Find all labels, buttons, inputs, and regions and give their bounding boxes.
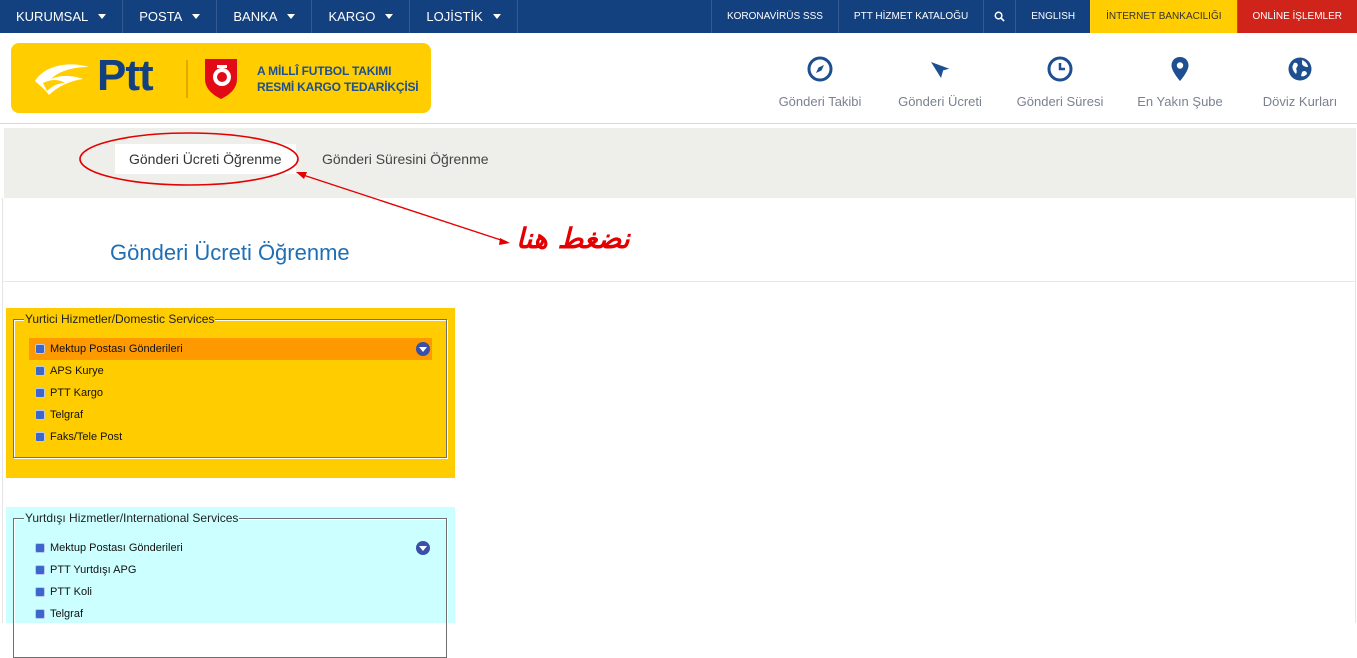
quick-link-label: Gönderi Süresi <box>1016 94 1104 109</box>
service-item-label: PTT Yurtdışı APG <box>50 564 137 576</box>
service-item-label: Telgraf <box>50 608 84 620</box>
sponsor-line-2: RESMİ KARGO TEDARİKÇİSİ <box>257 80 419 94</box>
bullet-icon <box>35 366 45 376</box>
domestic-services-list: Mektup Postası Gönderileri APS Kurye PTT… <box>29 338 432 448</box>
service-item-label: Mektup Postası Gönderileri <box>50 542 183 554</box>
utility-menu: KORONAVİRÜS SSS PTT HİZMET KATALOĞU ENGL… <box>710 0 1357 33</box>
globe-icon <box>1288 57 1312 81</box>
bullet-icon <box>35 344 45 354</box>
bullet-icon <box>35 543 45 553</box>
quick-link-price[interactable]: Gönderi Ücreti <box>890 33 990 124</box>
service-item-label: Telgraf <box>50 409 84 421</box>
service-item-label: Mektup Postası Gönderileri <box>50 343 183 355</box>
menu-kargo[interactable]: KARGO <box>312 0 411 33</box>
caret-down-icon <box>492 14 501 19</box>
site-header: Ptt A MİLLÎ FUTBOL TAKIMI RESMİ KARGO TE… <box>0 33 1357 124</box>
online-services-button[interactable]: ONLİNE İŞLEMLER <box>1236 0 1357 33</box>
quick-link-tracking[interactable]: Gönderi Takibi <box>770 33 870 124</box>
menu-kurumsal[interactable]: KURUMSAL <box>0 0 124 33</box>
service-item-apg[interactable]: PTT Yurtdışı APG <box>29 559 432 581</box>
bullet-icon <box>35 565 45 575</box>
quick-link-exchange[interactable]: Döviz Kurları <box>1250 33 1350 124</box>
clock-icon <box>1047 56 1073 82</box>
menu-posta[interactable]: POSTA <box>123 0 218 33</box>
paper-plane-icon <box>931 62 951 78</box>
service-item-label: Faks/Tele Post <box>50 431 123 443</box>
service-item-letter-mail[interactable]: Mektup Postası Gönderileri <box>29 537 432 559</box>
corona-faq-link[interactable]: KORONAVİRÜS SSS <box>710 0 838 33</box>
tff-crest-icon <box>205 59 237 99</box>
content-divider <box>2 281 1356 282</box>
bullet-icon <box>35 609 45 619</box>
domestic-services-panel: Yurtici Hizmetler/Domestic Services Mekt… <box>6 308 455 478</box>
service-item-telegram[interactable]: Telgraf <box>29 603 432 625</box>
caret-down-icon <box>287 14 296 19</box>
quick-link-label: Döviz Kurları <box>1262 94 1338 109</box>
menu-label: POSTA <box>139 9 183 24</box>
ptt-logo[interactable]: Ptt A MİLLÎ FUTBOL TAKIMI RESMİ KARGO TE… <box>11 43 431 113</box>
bullet-icon <box>35 388 45 398</box>
tab-price-inquiry[interactable]: Gönderi Ücreti Öğrenme <box>115 144 296 174</box>
menu-label: KURUMSAL <box>16 9 89 24</box>
menu-label: KARGO <box>328 9 376 24</box>
chevron-down-icon[interactable] <box>416 342 430 356</box>
service-catalog-link[interactable]: PTT HİZMET KATALOĞU <box>837 0 983 33</box>
international-services-list: Mektup Postası Gönderileri PTT Yurtdışı … <box>29 537 432 625</box>
ptt-bird-icon <box>35 64 89 95</box>
page-title: Gönderi Ücreti Öğrenme <box>110 240 350 265</box>
map-pin-icon <box>1171 57 1189 81</box>
menu-label: BANKA <box>233 9 278 24</box>
sponsor-text: A MİLLÎ FUTBOL TAKIMI RESMİ KARGO TEDARİ… <box>257 63 419 95</box>
top-navigation-bar: KURUMSAL POSTA BANKA KARGO LOJİSTİK KORO… <box>0 0 1357 33</box>
caret-down-icon <box>98 14 107 19</box>
menu-banka[interactable]: BANKA <box>217 0 313 33</box>
service-item-parcel[interactable]: PTT Koli <box>29 581 432 603</box>
tab-duration-inquiry[interactable]: Gönderi Süresini Öğrenme <box>322 144 489 174</box>
caret-down-icon <box>192 14 201 19</box>
service-item-label: PTT Koli <box>50 586 92 598</box>
bullet-icon <box>35 432 45 442</box>
domestic-services-legend: Yurtici Hizmetler/Domestic Services <box>24 312 216 326</box>
caret-down-icon <box>385 14 394 19</box>
quick-link-duration[interactable]: Gönderi Süresi <box>1010 33 1110 124</box>
international-services-fieldset: Yurtdışı Hizmetler/International Service… <box>13 511 447 658</box>
menu-lojistik[interactable]: LOJİSTİK <box>410 0 518 33</box>
search-icon <box>994 11 1005 22</box>
logo-divider <box>186 60 188 98</box>
service-item-ptt-cargo[interactable]: PTT Kargo <box>29 382 432 404</box>
ptt-brand-text: Ptt <box>97 51 154 100</box>
main-menu: KURUMSAL POSTA BANKA KARGO LOJİSTİK <box>0 0 518 33</box>
bullet-icon <box>35 587 45 597</box>
internet-banking-button[interactable]: İNTERNET BANKACILIĞI <box>1090 0 1237 33</box>
international-services-legend: Yurtdışı Hizmetler/International Service… <box>24 511 240 525</box>
english-link[interactable]: ENGLISH <box>1015 0 1090 33</box>
domestic-services-fieldset: Yurtici Hizmetler/Domestic Services Mekt… <box>13 312 447 458</box>
menu-label: LOJİSTİK <box>426 9 483 24</box>
quick-link-label: Gönderi Takibi <box>778 94 862 109</box>
quick-link-branch[interactable]: En Yakın Şube <box>1130 33 1230 124</box>
service-item-label: PTT Kargo <box>50 387 103 399</box>
annotation-text: نضغط هنا <box>516 222 630 255</box>
service-item-telegram[interactable]: Telgraf <box>29 404 432 426</box>
service-item-label: APS Kurye <box>50 365 104 377</box>
search-button[interactable] <box>983 0 1015 33</box>
service-item-aps-courier[interactable]: APS Kurye <box>29 360 432 382</box>
chevron-down-icon[interactable] <box>416 541 430 555</box>
international-services-panel: Yurtdışı Hizmetler/International Service… <box>6 507 455 658</box>
tab-strip: Gönderi Ücreti Öğrenme Gönderi Süresini … <box>4 128 1356 198</box>
service-item-letter-mail[interactable]: Mektup Postası Gönderileri <box>29 338 432 360</box>
bullet-icon <box>35 410 45 420</box>
quick-link-label: En Yakın Şube <box>1137 94 1223 109</box>
quick-link-label: Gönderi Ücreti <box>898 94 982 109</box>
sponsor-line-1: A MİLLÎ FUTBOL TAKIMI <box>257 64 392 78</box>
compass-icon <box>807 56 833 82</box>
service-item-fax[interactable]: Faks/Tele Post <box>29 426 432 448</box>
